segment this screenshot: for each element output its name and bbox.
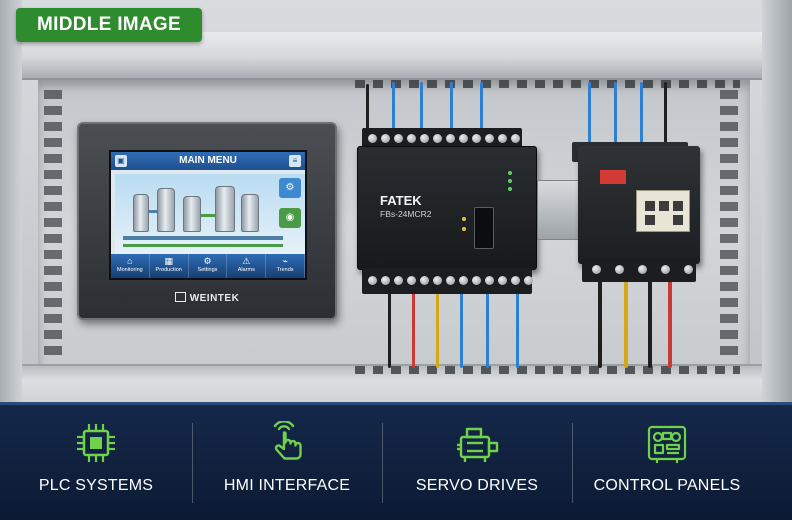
wire	[392, 82, 395, 132]
hmi-nav-bar: ⌂ Monitoring ▦ Production ⚙ Settings ⚠ Alarm…	[111, 254, 305, 278]
feature-label: PLC SYSTEMS	[38, 477, 154, 494]
wire	[420, 82, 423, 132]
hmi-nav-label: Monitoring	[117, 267, 143, 273]
pipe	[123, 244, 283, 247]
hmi-brand: WEINTEK	[79, 292, 335, 304]
hmi-side-button[interactable]: ⚙	[279, 178, 301, 198]
plc-comm-port	[474, 207, 494, 249]
wire	[664, 82, 667, 146]
contactor	[636, 190, 690, 232]
feature-servo-drives[interactable]: SERVO DRIVES	[382, 405, 572, 520]
plc-model: FBs-24MCR2	[380, 209, 432, 219]
wire	[366, 84, 369, 132]
factory-icon: ▦	[164, 256, 173, 266]
wire	[624, 280, 628, 368]
wire	[648, 280, 652, 368]
breaker-trip-indicator	[600, 170, 626, 184]
chip-icon	[77, 424, 115, 462]
wire	[598, 280, 602, 368]
vent-slots-left	[44, 90, 62, 360]
screw-row	[592, 265, 693, 274]
tank	[215, 186, 235, 232]
hmi-side-button[interactable]: ◉	[279, 208, 301, 228]
hmi-nav-trends[interactable]: ⌁ Trends	[266, 254, 305, 278]
breaker-bottom-terminals	[582, 258, 696, 282]
feature-plc-systems[interactable]: PLC SYSTEMS	[0, 405, 192, 520]
wire	[516, 292, 519, 368]
trend-icon: ⌁	[282, 256, 288, 266]
feature-hmi-interface[interactable]: HMI INTERFACE	[192, 405, 382, 520]
screw-row	[368, 134, 520, 143]
hmi-nav-label: Production	[155, 267, 182, 273]
cabinet-left-wall	[0, 0, 22, 402]
pipe	[149, 210, 157, 213]
hmi-brand-label: WEINTEK	[189, 293, 240, 304]
wire	[486, 292, 489, 368]
panel-showcase: ▣ MAIN MENU ≡ ⚙ ◉ ⌂ Monitoring ▦ Productio…	[0, 0, 792, 520]
tank	[183, 196, 201, 232]
hmi-title-bar: ▣ MAIN MENU ≡	[111, 152, 305, 170]
hmi-settings-icon[interactable]: ≡	[289, 155, 301, 167]
hmi-logo-icon: ▣	[115, 155, 127, 167]
feature-control-panels[interactable]: CONTROL PANELS	[572, 405, 762, 520]
wire	[388, 292, 391, 368]
wire	[460, 292, 463, 368]
feature-label: SERVO DRIVES	[415, 477, 539, 494]
plc-status-led	[508, 187, 512, 191]
hmi-nav-alarms[interactable]: ⚠ Alarms	[227, 254, 267, 278]
home-icon: ⌂	[127, 256, 133, 266]
plc-brand: FATEK	[380, 193, 422, 208]
plc-status-led	[462, 227, 466, 231]
plc-status-led	[462, 217, 466, 221]
gear-icon: ⚙	[203, 256, 212, 266]
hmi-process-diagram: ⚙ ◉	[115, 174, 305, 258]
plc-unit: FATEK FBs-24MCR2	[357, 146, 537, 270]
cabinet-right-wall	[762, 0, 792, 402]
hmi-nav-settings[interactable]: ⚙ Settings	[189, 254, 228, 278]
wire	[450, 82, 453, 132]
feature-bar: PLC SYSTEMS HMI INTERFACE SERVO DRIVES C…	[0, 402, 792, 520]
wire	[668, 280, 672, 368]
wire	[436, 292, 439, 368]
wire	[412, 292, 415, 368]
hmi-nav-label: Settings	[197, 267, 218, 273]
wire-duct-top	[355, 80, 740, 88]
touch-hand-icon	[273, 421, 302, 460]
din-rail	[537, 180, 579, 240]
wire	[588, 82, 591, 146]
image-badge: MIDDLE IMAGE	[16, 8, 202, 42]
feature-label: HMI INTERFACE	[223, 477, 351, 494]
hmi-nav-monitoring[interactable]: ⌂ Monitoring	[111, 254, 150, 278]
hmi-nav-label: Alarms	[237, 267, 255, 273]
hmi-screen: ▣ MAIN MENU ≡ ⚙ ◉ ⌂ Monitoring ▦ Productio…	[109, 150, 307, 280]
hmi-touch-panel: ▣ MAIN MENU ≡ ⚙ ◉ ⌂ Monitoring ▦ Productio…	[77, 122, 337, 320]
wire	[480, 82, 483, 132]
wire	[614, 82, 617, 146]
pipe	[201, 214, 215, 217]
hmi-title: MAIN MENU	[179, 155, 237, 166]
tank	[157, 188, 175, 232]
hmi-nav-production[interactable]: ▦ Production	[150, 254, 189, 278]
tank	[241, 194, 259, 232]
tank	[133, 194, 149, 232]
plc-terminal-bottom	[362, 268, 533, 294]
pipe	[123, 236, 283, 240]
control-panel-icon	[647, 425, 687, 463]
alarm-icon: ⚠	[242, 256, 251, 266]
wire	[640, 82, 643, 146]
vent-slots-right	[720, 90, 738, 360]
weintek-logo-icon	[174, 292, 186, 302]
hmi-nav-label: Trends	[276, 267, 294, 273]
feature-label: CONTROL PANELS	[593, 477, 741, 494]
plc-status-led	[508, 179, 512, 183]
screw-row	[368, 276, 533, 285]
servo-motor-icon	[457, 427, 499, 462]
plc-status-led	[508, 171, 512, 175]
